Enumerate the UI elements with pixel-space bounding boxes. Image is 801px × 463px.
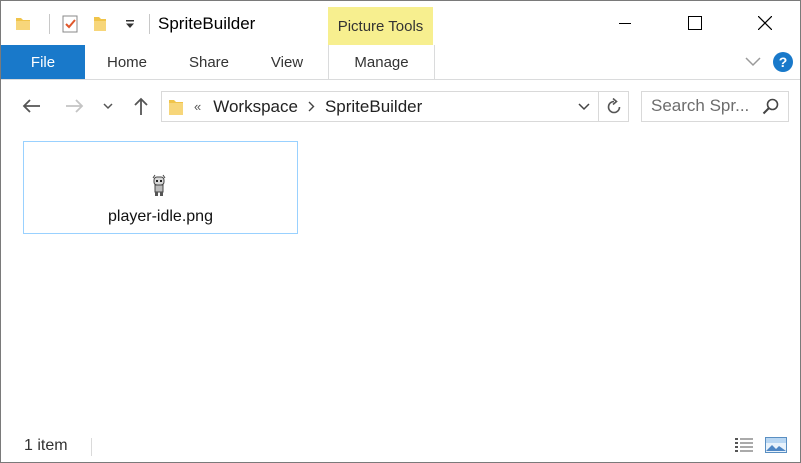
- search-icon[interactable]: [762, 97, 780, 115]
- close-button[interactable]: [730, 1, 800, 45]
- minimize-button[interactable]: [590, 1, 660, 45]
- details-view-button[interactable]: [732, 434, 756, 456]
- address-history-dropdown[interactable]: [571, 91, 597, 122]
- ribbon-tabs: File Home Share View Manage ?: [1, 45, 800, 80]
- tab-share[interactable]: Share: [173, 45, 245, 79]
- search-box[interactable]: [641, 91, 789, 122]
- chevron-down-icon: [745, 57, 761, 67]
- qat-separator: [49, 14, 50, 34]
- arrow-right-icon: [66, 99, 84, 113]
- properties-check-icon[interactable]: [58, 12, 82, 36]
- tab-home[interactable]: Home: [91, 45, 163, 79]
- tab-view[interactable]: View: [251, 45, 323, 79]
- refresh-icon: [607, 97, 621, 113]
- help-button[interactable]: ?: [773, 52, 793, 72]
- new-folder-icon[interactable]: [88, 12, 112, 36]
- maximize-button[interactable]: [660, 1, 730, 45]
- up-button[interactable]: [128, 91, 154, 121]
- breadcrumb-workspace[interactable]: Workspace: [213, 97, 298, 117]
- title-bar: SpriteBuilder Picture Tools: [1, 1, 800, 45]
- refresh-button[interactable]: [598, 91, 629, 122]
- status-separator: [91, 438, 92, 456]
- tab-manage[interactable]: Manage: [328, 45, 435, 79]
- quick-access-toolbar: [11, 11, 148, 37]
- file-explorer-window: SpriteBuilder Picture Tools File Home Sh…: [0, 0, 801, 463]
- chevron-down-icon: [578, 102, 590, 110]
- details-view-icon: [735, 438, 753, 452]
- arrow-left-icon: [22, 99, 40, 113]
- forward-button[interactable]: [62, 91, 88, 121]
- maximize-icon: [688, 16, 702, 30]
- customize-dropdown-icon[interactable]: [118, 12, 142, 36]
- breadcrumb: « Workspace SpriteBuilder: [162, 92, 422, 121]
- search-input[interactable]: [651, 96, 761, 116]
- expand-ribbon-button[interactable]: [743, 52, 763, 72]
- tab-file[interactable]: File: [1, 45, 85, 79]
- large-icons-view-icon: [765, 437, 787, 453]
- minimize-icon: [619, 23, 631, 24]
- folder-icon: [11, 12, 35, 36]
- picture-tools-context-label: Picture Tools: [328, 7, 433, 45]
- chevron-down-icon: [103, 102, 113, 109]
- help-icon: ?: [773, 52, 793, 72]
- recent-locations-button[interactable]: [98, 91, 118, 121]
- title-separator: [149, 14, 150, 34]
- window-title: SpriteBuilder: [158, 14, 256, 33]
- breadcrumb-spritebuilder[interactable]: SpriteBuilder: [325, 97, 422, 117]
- chevron-right-icon[interactable]: [308, 101, 315, 112]
- address-bar[interactable]: « Workspace SpriteBuilder: [161, 91, 629, 122]
- arrow-up-icon: [134, 97, 148, 115]
- large-icons-view-button[interactable]: [764, 434, 788, 456]
- breadcrumb-overflow[interactable]: «: [194, 99, 201, 114]
- close-icon: [758, 16, 772, 30]
- svg-text:?: ?: [779, 54, 788, 70]
- back-button[interactable]: [18, 91, 44, 121]
- file-name: player-idle.png: [108, 208, 213, 225]
- file-item[interactable]: player-idle.png: [23, 141, 298, 234]
- folder-icon: [168, 98, 184, 116]
- image-thumbnail-icon: [149, 174, 169, 198]
- item-count: 1 item: [24, 437, 68, 454]
